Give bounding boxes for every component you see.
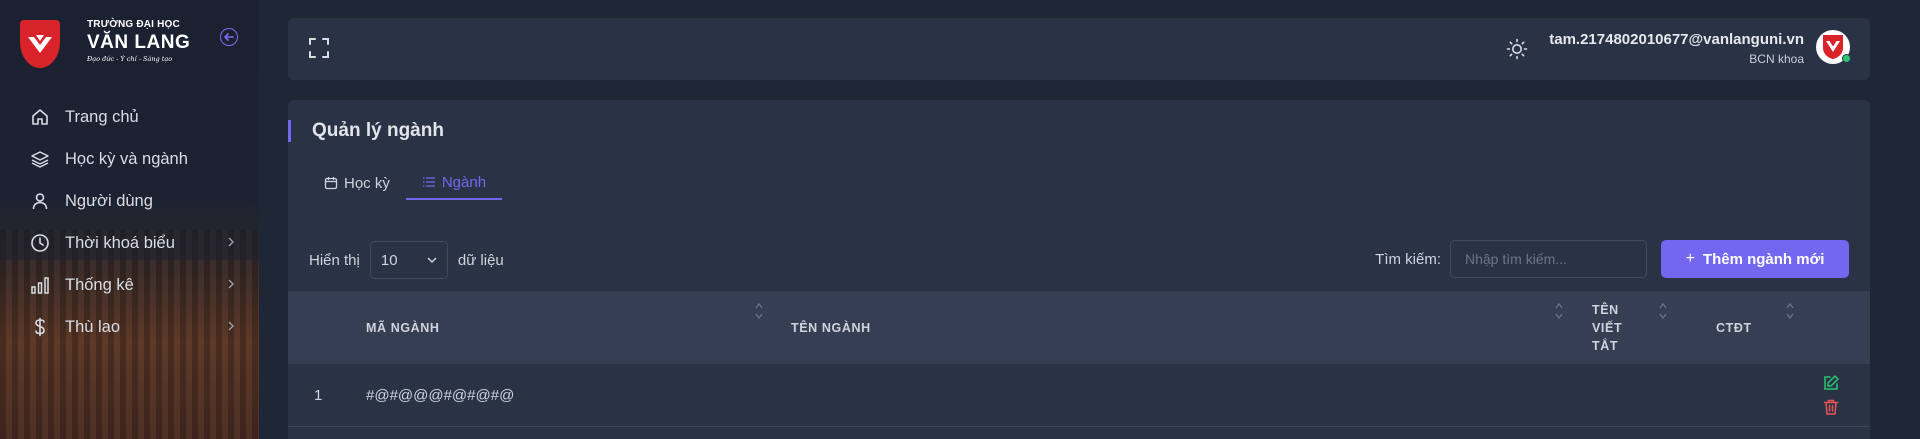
page-size-value: 10 [380, 251, 398, 269]
row-actions [1822, 374, 1842, 422]
majors-card: Quản lý ngành Học kỳ Ngành Hiển thị 10 d… [288, 100, 1870, 439]
user-role: BCN khoa [1749, 52, 1804, 66]
sidebar-item-statistics[interactable]: Thống kê [0, 264, 259, 306]
brand-slogan: Đạo đức - Ý chí - Sáng tạo [87, 55, 173, 63]
sort-icon[interactable] [754, 301, 764, 321]
plus-icon: + [1685, 250, 1695, 267]
sidebar-item-timetable[interactable]: Thời khoá biểu [0, 222, 259, 264]
fullscreen-button[interactable] [308, 37, 330, 59]
sidebar-item-label: Người dùng [65, 191, 153, 210]
sidebar-item-label: Thù lao [65, 317, 121, 336]
edit-button[interactable] [1822, 374, 1840, 392]
collapse-sidebar-button[interactable] [220, 28, 238, 46]
brand-line2: VĂN LANG [87, 32, 191, 53]
trash-icon [1823, 399, 1839, 415]
dollar-icon [30, 317, 50, 337]
row-index: 1 [314, 387, 323, 404]
column-header-label: TÊN NGÀNH [791, 320, 871, 335]
sidebar-item-home[interactable]: Trang chủ [0, 96, 259, 138]
user-icon [30, 191, 50, 211]
table-row: 1 #@#@@@#@#@#@ [288, 364, 1870, 427]
theme-toggle-button[interactable] [1506, 38, 1528, 60]
sidebar-item-remuneration[interactable]: Thù lao [0, 306, 259, 348]
sidebar: TRƯỜNG ĐẠI HỌC VĂN LANG Đạo đức - Ý chí … [0, 0, 259, 439]
calendar-icon [324, 177, 338, 190]
online-status-indicator [1842, 54, 1851, 63]
list-icon [422, 177, 435, 187]
search-label: Tìm kiếm: [1375, 250, 1441, 268]
column-header-label: CTĐT [1716, 320, 1752, 335]
sort-icon[interactable] [1554, 301, 1564, 321]
avatar[interactable] [1816, 30, 1851, 64]
tabs: Học kỳ Ngành [308, 166, 503, 200]
tab-label: Học kỳ [344, 174, 390, 192]
brand-line1: TRƯỜNG ĐẠI HỌC [87, 19, 180, 30]
user-email[interactable]: tam.2174802010677@vanlanguni.vn [1549, 31, 1804, 48]
sidebar-item-label: Thời khoá biểu [65, 233, 175, 252]
delete-button[interactable] [1822, 398, 1840, 416]
layers-icon [30, 149, 50, 169]
page-size-select[interactable]: 10 [369, 241, 448, 279]
sidebar-item-label: Học kỳ và ngành [65, 149, 188, 168]
clock-icon [30, 233, 50, 253]
column-header-name[interactable]: TÊN NGÀNH [791, 291, 871, 364]
search-input[interactable] [1450, 240, 1647, 278]
arrow-left-icon [224, 33, 234, 41]
university-shield-icon [1823, 35, 1843, 59]
sort-icon[interactable] [1658, 301, 1668, 321]
chevron-down-icon [427, 257, 437, 263]
sort-icon[interactable] [1785, 301, 1795, 321]
column-header-label: MÃ NGÀNH [366, 320, 440, 335]
page-size-suffix: dữ liệu [457, 251, 504, 269]
column-header-label: TÊN VIẾT TẮT [1592, 302, 1623, 353]
table-header: MÃ NGÀNH TÊN NGÀNH TÊN VIẾT TẮT CTĐT [288, 291, 1870, 364]
show-label: Hiển thị [309, 251, 360, 269]
chevron-right-icon [228, 237, 234, 247]
sun-icon [1506, 38, 1528, 60]
brand-text: TRƯỜNG ĐẠI HỌC VĂN LANG Đạo đức - Ý chí … [87, 20, 190, 63]
tab-majors[interactable]: Ngành [405, 166, 503, 200]
column-header-abbr[interactable]: TÊN VIẾT TẮT [1592, 291, 1637, 364]
column-header-code[interactable]: MÃ NGÀNH [366, 291, 440, 364]
page-size-control: Hiển thị 10 dữ liệu [309, 241, 504, 279]
page-title: Quản lý ngành [288, 120, 444, 142]
fullscreen-icon [309, 38, 329, 58]
sidebar-nav: Trang chủ Học kỳ và ngành Người dùng Thờ… [0, 96, 259, 348]
add-major-label: Thêm ngành mới [1702, 250, 1825, 268]
chevron-right-icon [228, 321, 234, 331]
university-shield-icon [20, 20, 60, 68]
sidebar-item-semesters-majors[interactable]: Học kỳ và ngành [0, 138, 259, 180]
major-code-cell: #@#@@@#@#@#@ [366, 387, 515, 404]
tab-semesters[interactable]: Học kỳ [308, 166, 406, 200]
sidebar-item-users[interactable]: Người dùng [0, 180, 259, 222]
bar-chart-icon [30, 275, 50, 295]
topbar: tam.2174802010677@vanlanguni.vn BCN khoa [288, 18, 1870, 80]
sidebar-item-label: Trang chủ [65, 107, 139, 126]
add-major-button[interactable]: + Thêm ngành mới [1661, 240, 1849, 278]
column-header-program[interactable]: CTĐT [1716, 291, 1752, 364]
edit-icon [1824, 375, 1839, 390]
home-icon [30, 107, 50, 127]
tab-label: Ngành [441, 173, 487, 191]
sidebar-item-label: Thống kê [65, 275, 134, 294]
chevron-right-icon [228, 279, 234, 289]
search-bar: Tìm kiếm: + Thêm ngành mới [1375, 240, 1849, 278]
brand-logo[interactable]: TRƯỜNG ĐẠI HỌC VĂN LANG Đạo đức - Ý chí … [20, 20, 190, 68]
